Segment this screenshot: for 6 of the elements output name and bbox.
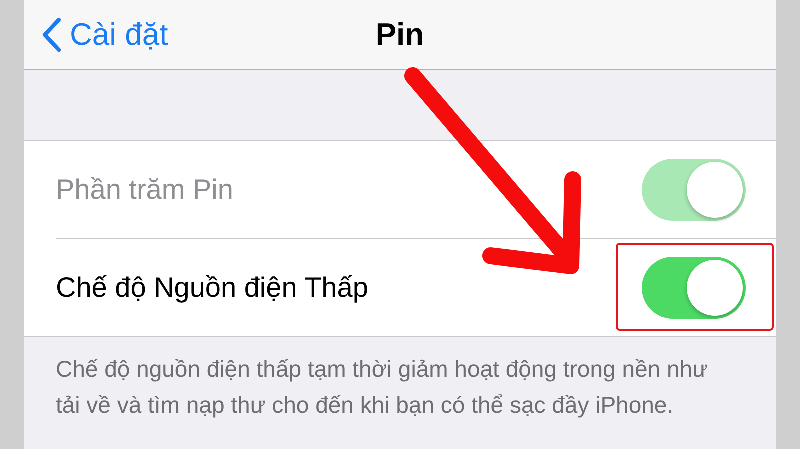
- screen-title: Pin: [376, 16, 424, 52]
- footer-description: Chế độ nguồn điện thấp tạm thời giảm hoạt động trong nền như tải về và tìm nạp thư cho đến khi bạn có thể sạc đầy iPhone.: [55, 355, 709, 420]
- back-button[interactable]: Cài đặt: [24, 16, 168, 52]
- setting-label: Chế độ Nguồn điện Thấp: [56, 272, 368, 304]
- setting-label: Phần trăm Pin: [56, 174, 234, 206]
- chevron-left-icon: [42, 16, 62, 52]
